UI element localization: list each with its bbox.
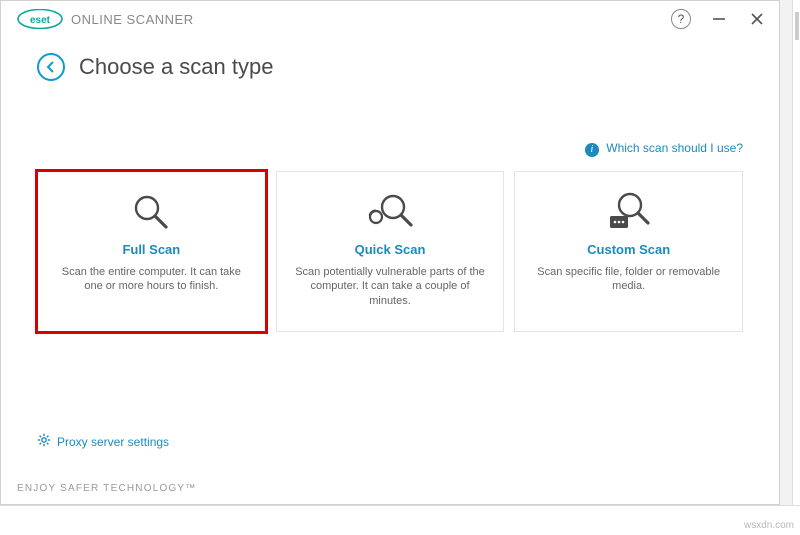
product-name: ONLINE SCANNER <box>71 12 194 27</box>
app-window: eset ONLINE SCANNER ? Choose a scan type… <box>0 0 780 505</box>
page-bottom-strip <box>0 505 800 535</box>
scrollbar[interactable] <box>792 0 800 535</box>
page-header: Choose a scan type <box>1 33 779 89</box>
scan-cards: Full Scan Scan the entire computer. It c… <box>1 165 779 339</box>
gear-icon <box>37 433 51 450</box>
close-icon[interactable] <box>747 9 767 29</box>
back-button[interactable] <box>37 53 65 81</box>
help-link-label: Which scan should I use? <box>606 141 743 155</box>
info-icon: i <box>585 143 599 157</box>
full-scan-desc: Scan the entire computer. It can take on… <box>50 265 253 295</box>
titlebar: eset ONLINE SCANNER ? <box>1 1 779 33</box>
quick-scan-desc: Scan potentially vulnerable parts of the… <box>289 265 492 310</box>
full-scan-title: Full Scan <box>50 242 253 257</box>
which-scan-help-link[interactable]: i Which scan should I use? <box>585 141 743 155</box>
custom-scan-card[interactable]: Custom Scan Scan specific file, folder o… <box>514 171 743 333</box>
full-scan-card[interactable]: Full Scan Scan the entire computer. It c… <box>37 171 266 333</box>
watermark: wsxdn.com <box>744 520 794 531</box>
help-icon[interactable]: ? <box>671 9 691 29</box>
custom-scan-desc: Scan specific file, folder or removable … <box>527 265 730 295</box>
magnifier-icon <box>50 190 253 234</box>
proxy-settings-label: Proxy server settings <box>57 435 169 449</box>
footer-tagline: ENJOY SAFER TECHNOLOGY™ <box>17 483 197 494</box>
quick-scan-title: Quick Scan <box>289 242 492 257</box>
page-title: Choose a scan type <box>79 54 273 80</box>
quick-scan-card[interactable]: Quick Scan Scan potentially vulnerable p… <box>276 171 505 333</box>
custom-scan-title: Custom Scan <box>527 242 730 257</box>
brand: eset ONLINE SCANNER <box>17 9 194 29</box>
help-link-row: i Which scan should I use? <box>1 89 779 165</box>
proxy-settings-link[interactable]: Proxy server settings <box>37 433 169 450</box>
minimize-icon[interactable] <box>709 9 729 29</box>
window-controls: ? <box>671 9 767 29</box>
eset-logo-icon: eset <box>17 9 63 29</box>
svg-text:eset: eset <box>30 15 51 26</box>
custom-magnifier-icon <box>527 190 730 234</box>
quick-magnifier-icon <box>289 190 492 234</box>
